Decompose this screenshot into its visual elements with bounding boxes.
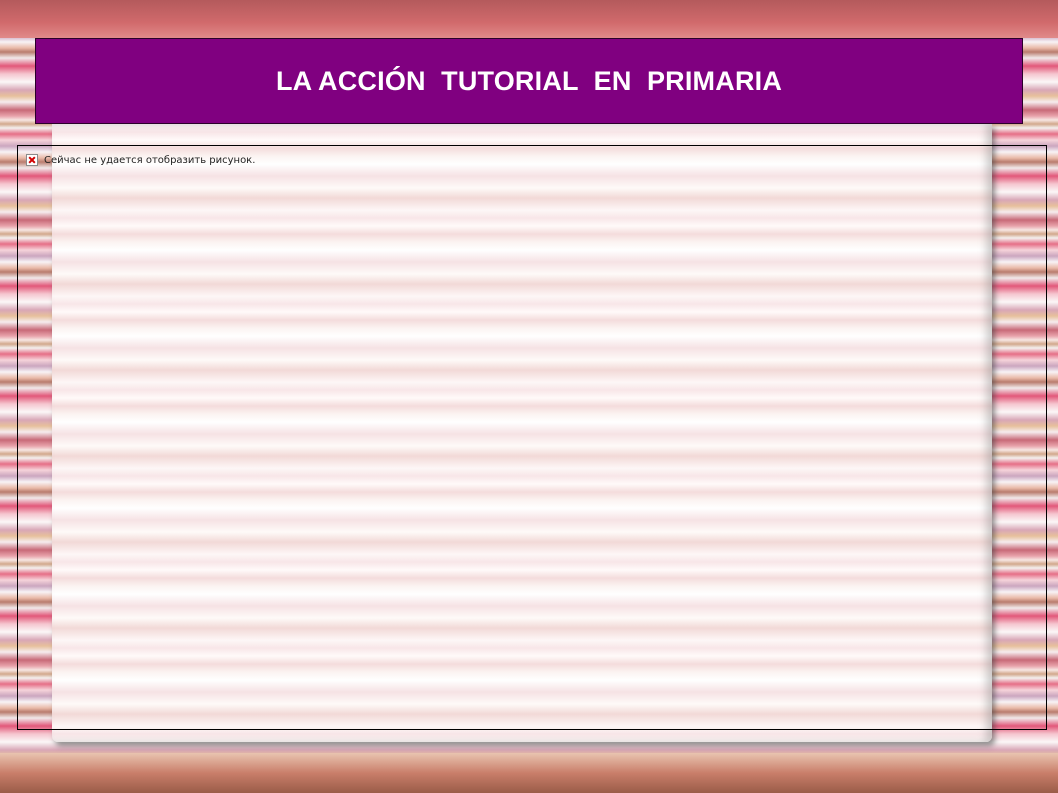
- broken-image-icon: [26, 154, 38, 166]
- background-top-band: [0, 0, 1058, 38]
- broken-image-message: Сейчас не удается отобразить рисунок.: [44, 154, 256, 166]
- image-placeholder-frame[interactable]: Сейчас не удается отобразить рисунок.: [17, 145, 1047, 730]
- background-bottom-band: [0, 753, 1058, 793]
- slide-title-bar: LA ACCIÓN TUTORIAL EN PRIMARIA: [35, 38, 1023, 124]
- broken-image-notice: Сейчас не удается отобразить рисунок.: [26, 154, 255, 166]
- slide-title: LA ACCIÓN TUTORIAL EN PRIMARIA: [275, 65, 783, 96]
